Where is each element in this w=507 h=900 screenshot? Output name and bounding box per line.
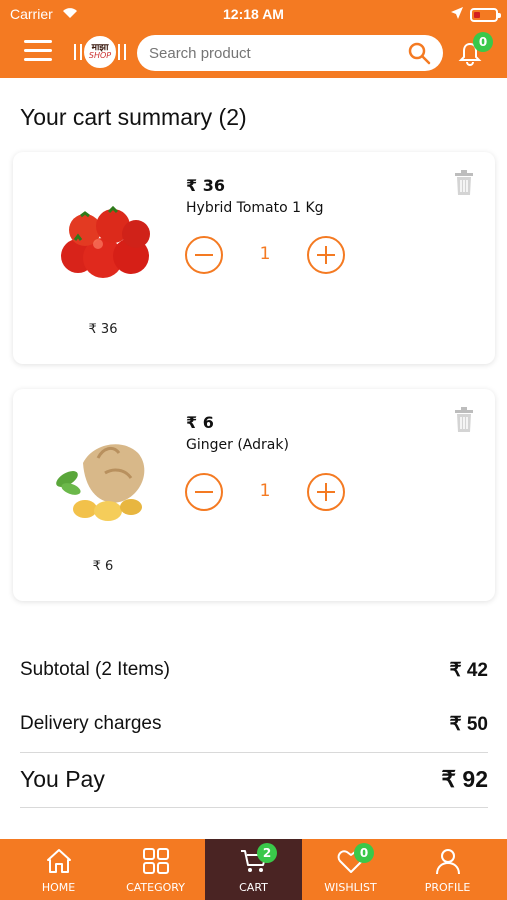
item-quantity: 1 [259,481,271,501]
menu-icon[interactable] [24,40,52,64]
nav-cart[interactable]: 2 CART [205,839,302,900]
increase-quantity-button[interactable] [307,236,345,274]
grid-icon [143,848,169,874]
search-input[interactable] [149,41,399,65]
cart-count-badge: 2 [257,843,277,863]
nav-label: CATEGORY [126,881,185,894]
increase-quantity-button[interactable] [307,473,345,511]
nav-label: PROFILE [424,881,471,894]
nav-label: WISHLIST [324,881,377,894]
trash-icon[interactable] [453,407,475,433]
ginger-image [56,444,145,521]
subtotal-row: Subtotal (2 Items) ₹ 42 [20,659,488,685]
item-name: Ginger (Adrak) [186,437,289,453]
nav-home[interactable]: HOME [10,839,107,900]
item-price: ₹ 36 [186,176,225,195]
nav-wishlist[interactable]: 0 WISHLIST [302,839,399,900]
total-row: You Pay ₹ 92 [20,766,488,796]
location-arrow-icon [451,7,463,19]
subtotal-label: Subtotal (2 Items) [20,659,170,680]
user-icon [436,849,460,875]
battery-icon [470,8,501,22]
thumb-price: ₹ 6 [92,559,114,574]
delivery-label: Delivery charges [20,713,162,734]
nav-label: CART [239,881,268,894]
wishlist-count-badge: 0 [354,843,374,863]
item-price: ₹ 6 [186,413,214,432]
shop-logo[interactable]: माझा SHOP [74,34,126,72]
clock: 12:18 AM [223,6,284,22]
search-bar [137,35,443,71]
nav-profile[interactable]: PROFILE [399,839,496,900]
app-header: माझा SHOP 0 [0,30,507,78]
status-bar: Carrier 12:18 AM [0,0,507,30]
decrease-quantity-button[interactable] [185,236,223,274]
logo-text-bottom: SHOP [88,51,112,60]
tomato-image [61,205,150,278]
nav-label: HOME [41,881,76,894]
search-icon[interactable] [407,41,431,65]
decrease-quantity-button[interactable] [185,473,223,511]
item-quantity: 1 [259,244,271,264]
item-name: Hybrid Tomato 1 Kg [186,200,324,216]
page-title: Your cart summary (2) [20,104,247,130]
delivery-row: Delivery charges ₹ 50 [20,713,488,739]
total-value: ₹ 92 [441,766,488,792]
total-label: You Pay [20,766,105,792]
home-icon [47,849,71,873]
cart-item-card: ₹ 6 ₹ 6 Ginger (Adrak) 1 [13,389,495,601]
divider [20,807,488,808]
delivery-value: ₹ 50 [449,714,488,735]
thumb-price: ₹ 36 [88,322,118,337]
subtotal-value: ₹ 42 [449,660,488,681]
divider [20,752,488,753]
trash-icon[interactable] [453,170,475,196]
cart-item-card: ₹ 36 ₹ 36 Hybrid Tomato 1 Kg 1 [13,152,495,364]
nav-category[interactable]: CATEGORY [107,839,204,900]
notification-count-badge: 0 [473,32,493,52]
bottom-navigation: HOME CATEGORY 2 CART 0 WISHLIST PROFILE [0,839,507,900]
